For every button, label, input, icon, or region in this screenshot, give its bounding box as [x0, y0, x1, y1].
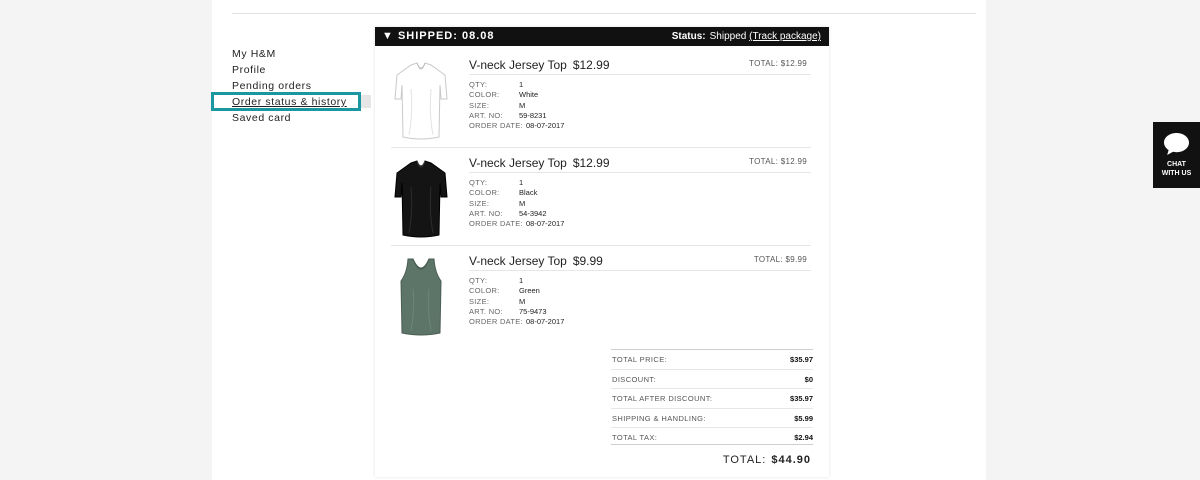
sidebar-item-saved-card[interactable]: Saved card: [232, 110, 372, 126]
order-date-label: ORDER DATE:: [469, 219, 523, 229]
order-panel: ▼ SHIPPED: 08.08 Status: Shipped (Track p…: [375, 27, 829, 477]
item-divider: [391, 245, 811, 246]
summary-value: $35.97: [790, 355, 813, 364]
art-no-label: ART. NO:: [469, 208, 503, 218]
order-item: V-neck Jersey Top $12.99 TOTAL: $12.99 QT…: [391, 51, 811, 149]
size-value: M: [519, 198, 526, 208]
status-value: Shipped: [709, 31, 747, 42]
item-price: $9.99: [572, 254, 603, 268]
art-no-value: 54-3942: [519, 208, 547, 218]
grand-total: TOTAL: $44.90: [723, 454, 811, 466]
track-package-link[interactable]: (Track package): [749, 31, 821, 42]
sidebar-item-profile[interactable]: Profile: [232, 62, 372, 78]
color-label: COLOR:: [469, 188, 500, 198]
product-thumbnail-white-top[interactable]: [391, 59, 451, 143]
qty-label: QTY:: [469, 178, 488, 187]
speech-bubble-icon: [1164, 133, 1189, 155]
chat-with-us-button[interactable]: CHAT WITH US: [1153, 122, 1200, 188]
item-total-label: TOTAL:: [749, 157, 779, 166]
item-total: TOTAL: $9.99: [754, 255, 807, 264]
item-total-value: $12.99: [780, 157, 807, 166]
size-value: M: [519, 100, 526, 110]
item-total-label: TOTAL:: [753, 255, 783, 264]
item-title: V-neck Jersey Top $12.99: [469, 58, 610, 72]
order-date-value: 08-07-2017: [526, 317, 565, 327]
item-total: TOTAL: $12.99: [749, 59, 807, 68]
item-title: V-neck Jersey Top $9.99: [469, 254, 603, 268]
item-title-rule: [469, 172, 811, 173]
qty-value: 1: [519, 178, 524, 187]
grand-total-label: TOTAL:: [722, 454, 767, 466]
summary-label: SHIPPING & HANDLING:: [612, 413, 706, 423]
item-total-value: $9.99: [785, 255, 807, 264]
item-title: V-neck Jersey Top $12.99: [469, 156, 610, 170]
order-date-label: ORDER DATE:: [469, 317, 523, 327]
order-status: Status: Shipped (Track package): [672, 31, 821, 42]
item-total-label: TOTAL:: [749, 59, 779, 68]
product-thumbnail-black-top[interactable]: [391, 157, 451, 241]
item-price: $12.99: [572, 58, 610, 72]
qty-label: QTY:: [469, 276, 488, 285]
item-divider: [391, 147, 811, 148]
color-label: COLOR:: [469, 286, 500, 296]
size-label: SIZE:: [469, 296, 490, 306]
shipped-date-title[interactable]: ▼ SHIPPED: 08.08: [382, 30, 494, 42]
chat-label: CHAT WITH US: [1153, 160, 1200, 178]
item-name[interactable]: V-neck Jersey Top: [469, 156, 567, 170]
qty-value: 1: [519, 276, 524, 285]
chat-label-line-2: WITH US: [1161, 170, 1192, 177]
item-title-rule: [469, 270, 811, 271]
item-name[interactable]: V-neck Jersey Top: [469, 58, 567, 72]
summary-row-discount: DISCOUNT: $0: [611, 368, 813, 389]
art-no-value: 75-9473: [519, 306, 547, 316]
order-date-label: ORDER DATE:: [469, 121, 523, 131]
size-label: SIZE:: [469, 100, 490, 110]
product-thumbnail-green-tank[interactable]: [391, 255, 451, 339]
size-value: M: [519, 296, 526, 306]
active-item-highlight: [211, 92, 361, 111]
item-total: TOTAL: $12.99: [749, 157, 807, 166]
qty-value: 1: [519, 80, 524, 89]
top-divider: [232, 13, 976, 14]
order-item: V-neck Jersey Top $9.99 TOTAL: $9.99 QTY:…: [391, 247, 811, 345]
order-summary: TOTAL PRICE: $35.97 DISCOUNT: $0 TOTAL A…: [611, 349, 813, 447]
item-attributes: QTY: 1 COLOR: Green SIZE: M ART. NO: 75-9473…: [469, 276, 564, 327]
summary-label: TOTAL PRICE:: [612, 355, 668, 364]
summary-value: $5.99: [794, 413, 813, 423]
order-date-value: 08-07-2017: [526, 219, 565, 229]
art-no-value: 59-8231: [519, 110, 547, 120]
order-item: V-neck Jersey Top $12.99 TOTAL: $12.99 QT…: [391, 149, 811, 247]
item-total-value: $12.99: [780, 59, 807, 68]
size-label: SIZE:: [469, 198, 490, 208]
summary-row-shipping-handling: SHIPPING & HANDLING: $5.99: [611, 407, 813, 428]
summary-row-total-after-discount: TOTAL AFTER DISCOUNT: $35.97: [611, 388, 813, 408]
item-attributes: QTY: 1 COLOR: Black SIZE: M ART. NO: 54-3942…: [469, 178, 564, 229]
color-value: White: [519, 90, 539, 100]
item-name[interactable]: V-neck Jersey Top: [469, 254, 567, 268]
account-sidebar: My H&M Profile Pending orders Order stat…: [232, 46, 372, 126]
summary-row-total-price: TOTAL PRICE: $35.97: [611, 349, 813, 369]
sidebar-item-my-hm[interactable]: My H&M: [232, 46, 372, 62]
summary-label: DISCOUNT:: [612, 374, 657, 384]
item-title-rule: [469, 74, 811, 75]
qty-label: QTY:: [469, 80, 488, 89]
summary-label: TOTAL TAX:: [612, 433, 658, 442]
item-attributes: QTY: 1 COLOR: White SIZE: M ART. NO: 59-8231…: [469, 80, 564, 131]
item-price: $12.99: [572, 156, 610, 170]
summary-value: $2.94: [794, 433, 813, 442]
color-value: Black: [519, 188, 538, 198]
grand-total-rule: [611, 444, 813, 445]
color-value: Green: [519, 286, 540, 296]
summary-value: $35.97: [790, 394, 813, 403]
order-header: ▼ SHIPPED: 08.08 Status: Shipped (Track p…: [375, 27, 829, 46]
order-date-value: 08-07-2017: [526, 121, 565, 131]
grand-total-value: $44.90: [771, 454, 811, 466]
chat-label-line-1: CHAT: [1167, 161, 1186, 168]
art-no-label: ART. NO:: [469, 110, 503, 120]
status-label: Status:: [671, 31, 706, 42]
summary-value: $0: [804, 374, 813, 384]
color-label: COLOR:: [469, 90, 500, 100]
art-no-label: ART. NO:: [469, 306, 503, 316]
summary-label: TOTAL AFTER DISCOUNT:: [612, 394, 713, 403]
